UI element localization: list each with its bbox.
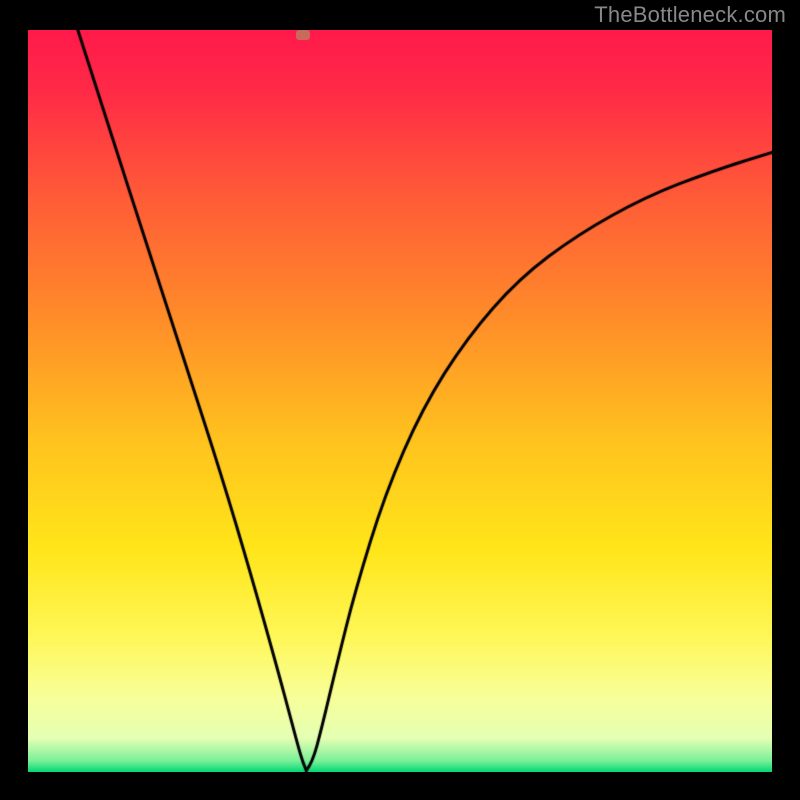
bottleneck-curve bbox=[28, 30, 772, 772]
watermark-text: TheBottleneck.com bbox=[594, 2, 786, 28]
chart-container: TheBottleneck.com bbox=[0, 0, 800, 800]
plot-frame bbox=[28, 30, 772, 772]
